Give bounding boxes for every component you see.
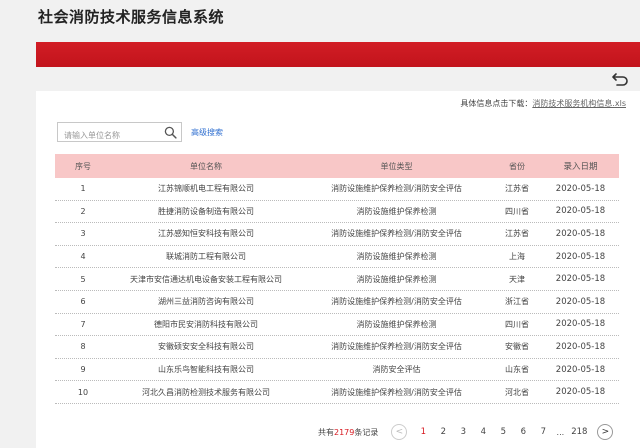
cell-no: 7 [80, 319, 86, 329]
header-province: 省份 [509, 161, 525, 171]
cell-date: 2020-05-18 [555, 364, 606, 375]
page-ellipsis: ... [556, 427, 565, 437]
search-input[interactable] [58, 126, 158, 145]
cell-name: 安徽硕安安全科技有限公司 [158, 342, 254, 352]
cell-province: 安徽省 [505, 342, 529, 352]
cell-no: 3 [80, 229, 86, 239]
header-name: 单位名称 [190, 161, 222, 171]
cell-province: 江苏省 [505, 184, 529, 194]
page-link-1[interactable]: 1 [413, 427, 433, 437]
cell-province: 四川省 [505, 319, 529, 329]
cell-name: 河北久昌消防检测技术服务有限公司 [142, 387, 270, 397]
org-table: 序号 单位名称 单位类型 省份 录入日期 1 江苏锦顺机电工程有限公司 消防设施维护… [55, 154, 619, 404]
cell-no: 10 [77, 387, 89, 397]
back-arrow-icon[interactable] [611, 71, 631, 87]
cell-name: 联城消防工程有限公司 [166, 252, 246, 262]
table-row: 2 胜捷消防设备制造有限公司 消防设施维护保养检测 四川省 2020-05-18 [55, 201, 619, 224]
cell-province: 江苏省 [505, 229, 529, 239]
table-row: 7 德阳市民安消防科技有限公司 消防设施维护保养检测 四川省 2020-05-18 [55, 314, 619, 337]
cell-type: 消防设施维护保养检测/消防安全评估 [331, 387, 462, 397]
download-link[interactable]: 消防技术服务机构信息.xls [532, 99, 626, 108]
cell-no: 4 [80, 252, 86, 262]
table-row: 4 联城消防工程有限公司 消防设施维护保养检测 上海 2020-05-18 [55, 246, 619, 269]
last-page-link[interactable]: 218 [567, 427, 591, 437]
cell-no: 5 [80, 274, 86, 284]
total-records: 共有2179条记录 [318, 427, 378, 438]
table-row: 1 江苏锦顺机电工程有限公司 消防设施维护保养检测/消防安全评估 江苏省 2020-05… [55, 178, 619, 201]
cell-date: 2020-05-18 [555, 274, 606, 285]
page-link-2[interactable]: 2 [433, 427, 453, 437]
total-prefix: 共有 [318, 427, 334, 437]
cell-date: 2020-05-18 [555, 183, 606, 194]
cell-date: 2020-05-18 [555, 296, 606, 307]
cell-name: 天津市安信通达机电设备安装工程有限公司 [130, 274, 282, 284]
page-link-4[interactable]: 4 [473, 427, 493, 437]
page-title: 社会消防技术服务信息系统 [38, 8, 225, 26]
cell-name: 江苏锦顺机电工程有限公司 [158, 184, 254, 194]
cell-no: 1 [80, 184, 86, 194]
cell-name: 山东乐鸟智能科技有限公司 [158, 365, 254, 375]
total-suffix: 条记录 [354, 427, 379, 437]
pagination: 共有2179条记录 < 1234567 ... 218 > [318, 424, 614, 440]
cell-date: 2020-05-18 [555, 206, 606, 217]
cell-date: 2020-05-18 [555, 251, 606, 262]
search-icon[interactable] [164, 126, 177, 139]
table-body: 1 江苏锦顺机电工程有限公司 消防设施维护保养检测/消防安全评估 江苏省 2020-05… [55, 178, 619, 404]
header-no: 序号 [75, 161, 91, 171]
page-link-5[interactable]: 5 [493, 427, 513, 437]
next-page-button[interactable]: > [597, 424, 614, 440]
cell-type: 消防设施维护保养检测/消防安全评估 [331, 297, 462, 307]
cell-name: 胜捷消防设备制造有限公司 [158, 206, 254, 216]
table-row: 10 河北久昌消防检测技术服务有限公司 消防设施维护保养检测/消防安全评估 河北省 20… [55, 381, 619, 404]
cell-type: 消防设施维护保养检测 [356, 252, 437, 262]
cell-type: 消防设施维护保养检测 [356, 206, 437, 216]
cell-type: 消防设施维护保养检测/消防安全评估 [331, 229, 462, 239]
download-label: 具体信息点击下载： [460, 99, 533, 108]
cell-type: 消防设施维护保养检测 [356, 319, 437, 329]
cell-province: 上海 [509, 252, 525, 262]
cell-province: 河北省 [505, 387, 529, 397]
cell-type: 消防设施维护保养检测 [356, 274, 437, 284]
cell-date: 2020-05-18 [555, 319, 606, 330]
cell-province: 山东省 [505, 365, 529, 375]
download-info: 具体信息点击下载：消防技术服务机构信息.xls [460, 98, 626, 109]
cell-date: 2020-05-18 [555, 228, 606, 239]
cell-type: 消防安全评估 [372, 365, 421, 375]
page-link-3[interactable]: 3 [453, 427, 473, 437]
cell-type: 消防设施维护保养检测/消防安全评估 [331, 342, 462, 352]
search-box [57, 122, 182, 145]
page-link-6[interactable]: 6 [513, 427, 533, 437]
cell-name: 湖州三益消防咨询有限公司 [158, 297, 254, 307]
table-header: 序号 单位名称 单位类型 省份 录入日期 [55, 154, 619, 178]
content-panel: 具体信息点击下载：消防技术服务机构信息.xls 高级搜索 序号 单位名称 单位类… [36, 91, 640, 448]
cell-province: 天津 [509, 274, 525, 284]
cell-no: 2 [80, 206, 86, 216]
table-row: 6 湖州三益消防咨询有限公司 消防设施维护保养检测/消防安全评估 浙江省 2020-05… [55, 291, 619, 314]
cell-name: 江苏感知恒安科技有限公司 [158, 229, 254, 239]
page-link-7[interactable]: 7 [533, 427, 553, 437]
prev-page-button[interactable]: < [391, 424, 408, 440]
total-count: 2179 [334, 427, 355, 437]
header-type: 单位类型 [380, 161, 413, 171]
table-row: 8 安徽硕安安全科技有限公司 消防设施维护保养检测/消防安全评估 安徽省 2020-05… [55, 336, 619, 359]
cell-no: 8 [80, 342, 86, 352]
advanced-search-link[interactable]: 高级搜索 [191, 127, 223, 138]
cell-date: 2020-05-18 [555, 387, 606, 398]
table-row: 3 江苏感知恒安科技有限公司 消防设施维护保养检测/消防安全评估 江苏省 2020-05… [55, 223, 619, 246]
cell-province: 四川省 [505, 206, 529, 216]
cell-date: 2020-05-18 [555, 341, 606, 352]
cell-no: 9 [80, 365, 86, 375]
cell-no: 6 [80, 297, 86, 307]
cell-province: 浙江省 [505, 297, 529, 307]
table-row: 5 天津市安信通达机电设备安装工程有限公司 消防设施维护保养检测 天津 2020-05-… [55, 268, 619, 291]
header-date: 录入日期 [563, 162, 598, 172]
header-banner [36, 42, 640, 67]
table-row: 9 山东乐鸟智能科技有限公司 消防安全评估 山东省 2020-05-18 [55, 359, 619, 382]
cell-name: 德阳市民安消防科技有限公司 [154, 319, 258, 329]
page-numbers: 1234567 [413, 427, 553, 437]
cell-type: 消防设施维护保养检测/消防安全评估 [331, 184, 462, 194]
